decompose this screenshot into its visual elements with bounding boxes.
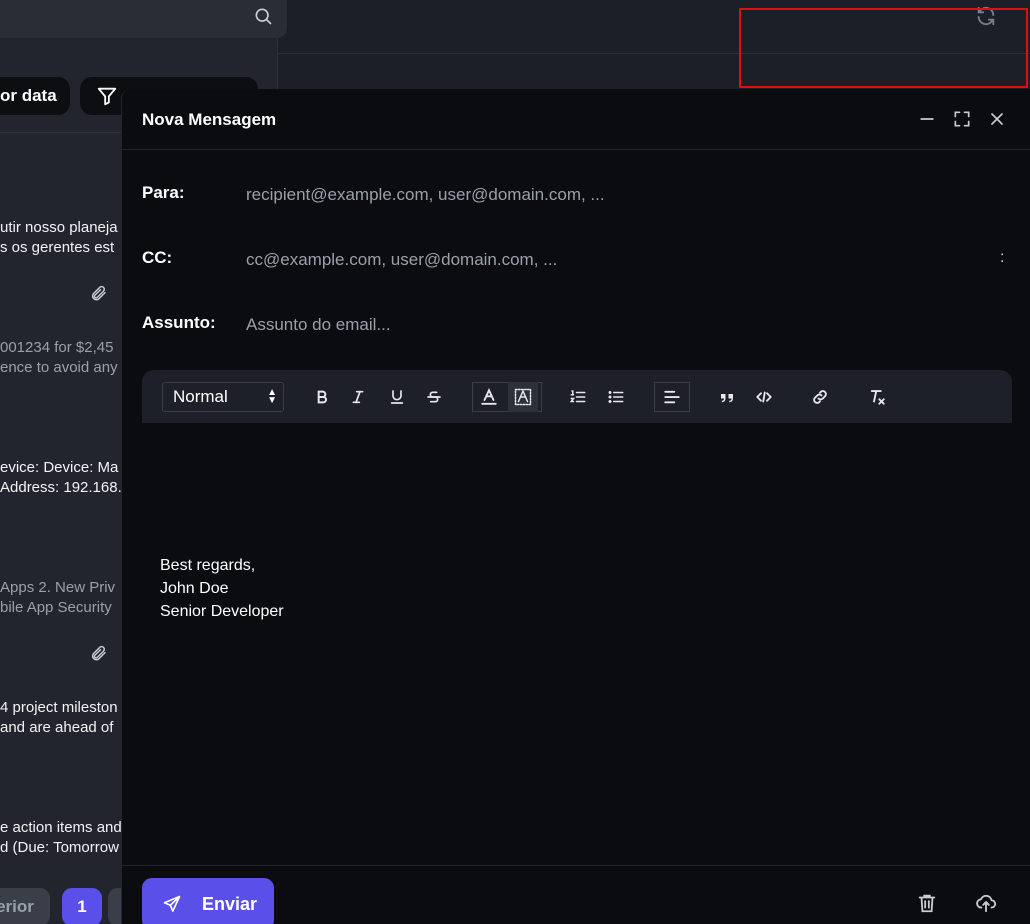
cc-more-button[interactable]: : (1000, 249, 1004, 267)
subject-input[interactable] (246, 315, 986, 335)
message-editor[interactable]: Best regards, John Doe Senior Developer (142, 423, 1012, 843)
strikethrough-icon (427, 391, 441, 403)
cc-label: CC: (142, 248, 173, 267)
code-icon (756, 391, 772, 403)
snippet-line: 001234 for $2,45 (0, 339, 114, 356)
previous-page-label: erior (0, 897, 34, 916)
signature-line-1: Best regards, (160, 557, 256, 574)
link-button[interactable] (805, 382, 835, 412)
code-button[interactable] (749, 382, 779, 412)
send-button[interactable]: Enviar (142, 878, 274, 924)
snippet-line: 4 project mileston (0, 699, 118, 716)
quote-icon (721, 394, 733, 403)
highlight-color-button[interactable] (508, 382, 538, 412)
page-number: 1 (77, 897, 87, 916)
paperclip-icon (91, 285, 106, 301)
compose-modal: Nova Mensagem Para: CC: : Assunto: Norma… (121, 89, 1030, 924)
align-left-icon (664, 390, 680, 404)
format-select[interactable]: Normal ▲ ▼ (162, 382, 284, 412)
paperclip-icon (91, 645, 106, 661)
cc-input[interactable] (246, 250, 986, 270)
highlight-box (739, 8, 1028, 88)
snippet-line: utir nosso planeja (0, 219, 118, 236)
underline-icon (390, 390, 404, 404)
editor-toolbar: Normal ▲ ▼ (142, 370, 1012, 423)
minimize-icon[interactable] (917, 109, 937, 129)
italic-button[interactable] (343, 382, 373, 412)
to-input[interactable] (246, 185, 986, 205)
send-icon (163, 895, 181, 912)
ordered-list-icon (569, 390, 586, 403)
link-icon (813, 390, 827, 404)
trash-icon[interactable] (916, 892, 938, 914)
compose-title: Nova Mensagem (142, 110, 277, 129)
send-button-label: Enviar (202, 893, 258, 914)
bullet-list-icon (608, 391, 624, 403)
sort-button-label: or data (0, 86, 57, 105)
compose-header: Nova Mensagem (122, 89, 1030, 150)
snippet-line: Address: 192.168.: (0, 479, 126, 496)
format-select-value: Normal (173, 387, 228, 406)
close-icon[interactable] (987, 109, 1007, 129)
snippet-line: evice: Device: Ma (0, 459, 119, 476)
snippet-line: and are ahead of (0, 719, 114, 736)
ordered-list-button[interactable] (563, 382, 593, 412)
cloud-upload-icon[interactable] (975, 892, 997, 914)
bold-button[interactable] (307, 382, 337, 412)
snippet-line: s os gerentes est (0, 239, 115, 256)
signature-line-2: John Doe (160, 580, 229, 597)
filter-icon (97, 87, 117, 106)
bullet-list-button[interactable] (601, 382, 631, 412)
clear-formatting-icon (870, 390, 885, 405)
snippet-line: e action items and (0, 819, 122, 836)
text-color-icon (481, 388, 497, 405)
snippet-line: ence to avoid any (0, 359, 118, 376)
highlight-color-icon (514, 388, 532, 406)
signature-line-3: Senior Developer (160, 603, 284, 620)
previous-page-button[interactable]: erior (0, 888, 50, 924)
search-bar[interactable] (0, 0, 287, 38)
compose-footer: Enviar (122, 865, 1030, 924)
to-label: Para: (142, 183, 185, 202)
strikethrough-button[interactable] (419, 382, 449, 412)
bold-icon (317, 390, 327, 404)
snippet-line: d (Due: Tomorrow (0, 839, 119, 856)
blockquote-button[interactable] (712, 382, 742, 412)
clear-formatting-button[interactable] (862, 382, 892, 412)
align-button[interactable] (657, 382, 687, 412)
snippet-line: Apps 2. New Priv (0, 579, 116, 596)
search-icon[interactable] (253, 6, 273, 26)
snippet-line: bile App Security (0, 599, 112, 616)
select-arrows-icon: ▲ ▼ (267, 387, 277, 406)
underline-button[interactable] (382, 382, 412, 412)
subject-label: Assunto: (142, 313, 216, 332)
text-color-button[interactable] (474, 382, 504, 412)
page-1-button[interactable]: 1 (62, 888, 102, 924)
maximize-icon[interactable] (952, 109, 972, 129)
italic-icon (352, 390, 364, 404)
sort-by-date-button[interactable]: or data (0, 77, 70, 115)
